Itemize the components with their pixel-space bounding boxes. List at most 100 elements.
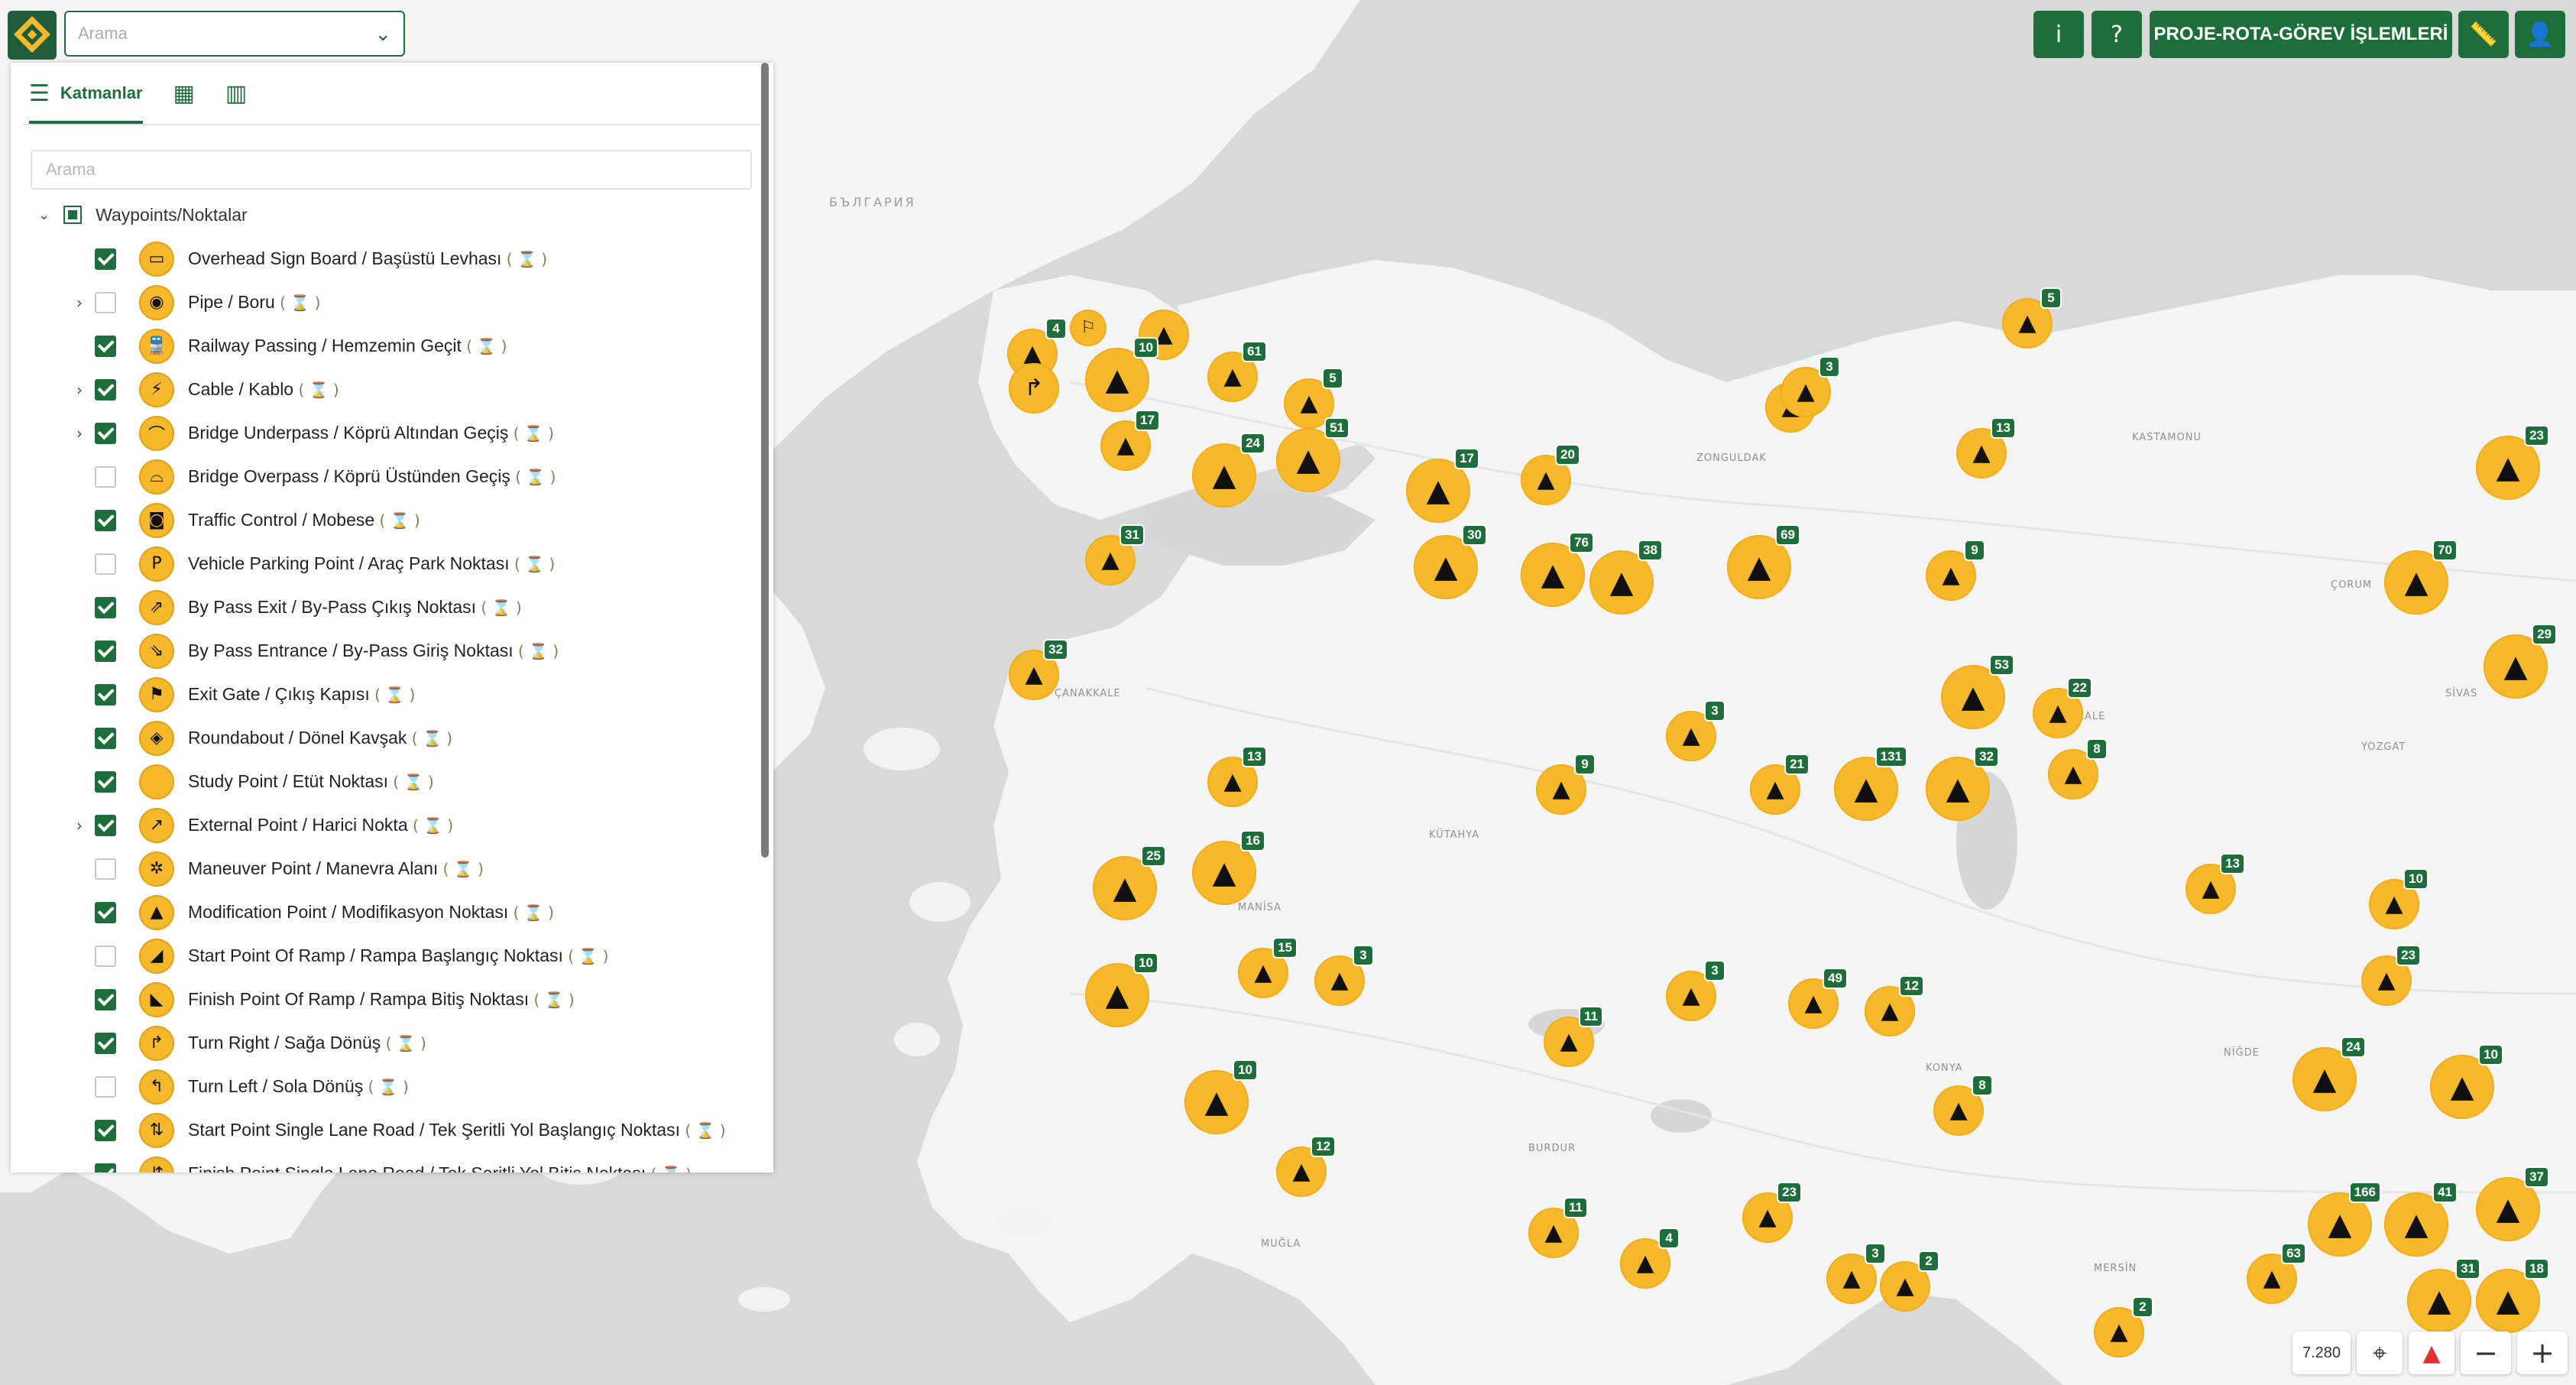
map-marker[interactable]: ▲3 <box>1666 960 1725 1021</box>
chevron-right-icon[interactable]: › <box>64 816 95 835</box>
map-marker[interactable]: ▲ 13 <box>1207 746 1267 807</box>
map-marker[interactable]: ▲ 15 <box>1238 937 1298 998</box>
map-marker[interactable]: ▲ 32 <box>1926 746 1999 821</box>
layer-search-box[interactable] <box>31 150 752 190</box>
layer-item[interactable]: › ◉ Pipe / Boru ( ⌛ ) <box>11 281 760 324</box>
map-marker[interactable]: ▲ 41 <box>2384 1182 2458 1257</box>
layer-item[interactable]: ◙ Traffic Control / Mobese ( ⌛ ) <box>11 498 760 542</box>
layer-checkbox[interactable] <box>95 553 116 575</box>
layer-checkbox[interactable] <box>95 1032 116 1054</box>
layer-item[interactable]: ↰ Turn Left / Sola Dönüş ( ⌛ ) <box>11 1065 760 1108</box>
map-marker[interactable]: ▲ 24 <box>2292 1036 2366 1111</box>
map-marker[interactable]: ▲ 38 <box>1589 540 1663 615</box>
map-marker[interactable]: ▲ 10 <box>2369 868 2429 929</box>
map-marker[interactable]: ▲ 2 <box>2094 1296 2153 1357</box>
map-marker[interactable]: ▲ 53 <box>1941 654 2014 729</box>
map-marker[interactable]: ▲ 30 <box>1414 524 1487 599</box>
map-marker[interactable]: ↱ <box>1009 363 1059 414</box>
map-marker[interactable]: ▲ 9 <box>1926 540 1985 601</box>
layer-item[interactable]: ◢ Start Point Of Ramp / Rampa Başlangıç N… <box>11 934 760 978</box>
layer-item[interactable]: ↱ Turn Right / Sağa Dönüş ( ⌛ ) <box>11 1021 760 1065</box>
map-marker[interactable]: ▲ 76 <box>1521 532 1594 607</box>
layer-item[interactable]: Study Point / Etüt Noktası ( ⌛ ) <box>11 760 760 803</box>
project-route-task-button[interactable]: PROJE-ROTA-GÖREV İŞLEMLERİ <box>2150 11 2452 58</box>
map-marker[interactable]: ▲ 8 <box>2048 738 2108 800</box>
map-marker[interactable]: ▲ 22 <box>2033 677 2092 738</box>
map-marker[interactable]: ▲ 51 <box>1276 417 1350 492</box>
map-marker[interactable]: ▲ 23 <box>1742 1182 1802 1243</box>
user-button[interactable]: 👤 <box>2515 11 2565 58</box>
tab-map[interactable]: ▥ <box>225 63 247 124</box>
map-marker[interactable]: ▲ 16 <box>1192 830 1265 905</box>
map-marker[interactable]: ▲ 61 <box>1207 341 1267 402</box>
layer-item[interactable]: › ↗ External Point / Harici Nokta ( ⌛ ) <box>11 803 760 847</box>
map-marker[interactable]: ▲ 31 <box>2407 1258 2480 1333</box>
map-marker[interactable]: ▲ 20 <box>1521 444 1580 505</box>
layer-checkbox[interactable] <box>95 1163 116 1173</box>
layer-item[interactable]: ✲ Maneuver Point / Manevra Alanı ( ⌛ ) <box>11 847 760 890</box>
map-marker[interactable]: ▲ 9 <box>1536 754 1596 815</box>
map-marker[interactable]: ▲ 18 <box>2476 1258 2549 1333</box>
app-logo[interactable] <box>8 11 57 60</box>
layer-checkbox[interactable] <box>95 727 116 749</box>
map-marker[interactable]: ▲ 12 <box>1865 975 1924 1036</box>
layer-checkbox[interactable] <box>95 683 116 705</box>
map-marker[interactable]: ▲ 37 <box>2476 1166 2549 1241</box>
map-marker[interactable]: ▲ 17 <box>1100 410 1160 471</box>
map-marker[interactable]: ▲ 10 <box>1085 952 1158 1027</box>
help-button[interactable]: ? <box>2092 11 2142 58</box>
scrollbar-thumb[interactable] <box>761 63 769 858</box>
map-marker[interactable]: ▲ 166 <box>2308 1182 2381 1257</box>
layer-item[interactable]: ⚑ Exit Gate / Çıkış Kapısı ( ⌛ ) <box>11 673 760 716</box>
tree-root-checkbox[interactable] <box>63 206 83 224</box>
info-button[interactable]: i <box>2033 11 2084 58</box>
global-search-box[interactable]: ⌄ <box>64 11 405 57</box>
map-marker[interactable]: ▲ 69 <box>1727 524 1800 599</box>
layer-checkbox[interactable] <box>95 335 116 357</box>
map-marker[interactable]: ▲ 5 <box>2002 287 2062 349</box>
map-marker[interactable]: ▲ 29 <box>2484 624 2557 699</box>
layer-checkbox[interactable] <box>95 988 116 1010</box>
map-marker[interactable]: ▲ 13 <box>2186 853 2245 914</box>
map-marker[interactable]: ▲ 23 <box>2476 425 2549 500</box>
map-marker[interactable]: ▲3 <box>1666 700 1725 761</box>
map-marker[interactable]: ▲ 32 <box>1009 639 1068 700</box>
map-marker[interactable]: ▲ 25 <box>1093 845 1166 920</box>
layer-item[interactable]: ⌓ Bridge Overpass / Köprü Üstünden Geçiş … <box>11 455 760 498</box>
layer-checkbox[interactable] <box>95 291 116 313</box>
tab-layers[interactable]: ☰ Katmanlar <box>29 66 143 124</box>
layer-item[interactable]: › ⚡ Cable / Kablo ( ⌛ ) <box>11 368 760 411</box>
map-marker[interactable]: ▲ 49 <box>1788 968 1848 1029</box>
layer-checkbox[interactable] <box>95 945 116 967</box>
layer-checkbox[interactable] <box>95 596 116 618</box>
map-marker[interactable]: ▲ 21 <box>1750 754 1810 815</box>
chevron-down-icon[interactable]: ⌄ <box>374 22 391 46</box>
map-marker[interactable]: ▲ 13 <box>1956 417 2016 478</box>
chevron-right-icon[interactable]: › <box>64 424 95 443</box>
chevron-right-icon[interactable]: › <box>64 381 95 399</box>
map-marker[interactable]: ▲3 <box>1314 945 1374 1006</box>
chevron-down-icon[interactable]: ⌄ <box>38 207 50 223</box>
compass-button[interactable]: ▲ <box>2409 1331 2454 1374</box>
layer-search-input[interactable] <box>46 160 737 180</box>
layer-checkbox[interactable] <box>95 858 116 880</box>
layer-checkbox[interactable] <box>95 814 116 836</box>
panel-scrollbar[interactable] <box>761 63 769 1173</box>
map-marker[interactable]: ▲3 <box>1781 356 1840 417</box>
layer-item[interactable]: ▭ Overhead Sign Board / Başüstü Levhası (… <box>11 237 760 281</box>
locate-button[interactable]: ⌖ <box>2357 1331 2403 1374</box>
map-marker[interactable]: ▲ 8 <box>1933 1075 1993 1136</box>
layer-checkbox[interactable] <box>95 422 116 444</box>
layer-item[interactable]: ◣ Finish Point Of Ramp / Rampa Bitiş Nokt… <box>11 978 760 1021</box>
map-marker[interactable]: ▲ 4 <box>1620 1228 1680 1289</box>
layer-checkbox[interactable] <box>95 465 116 488</box>
ruler-button[interactable]: 📏 <box>2458 11 2509 58</box>
layer-item[interactable]: › ⌒ Bridge Underpass / Köprü Altından Geçi… <box>11 411 760 455</box>
zoom-out-button[interactable]: − <box>2461 1331 2511 1374</box>
map-marker[interactable]: ▲ 17 <box>1406 448 1479 523</box>
layer-checkbox[interactable] <box>95 1119 116 1141</box>
map-marker[interactable]: ▲ 11 <box>1528 1197 1588 1258</box>
map-marker[interactable]: ▲ 131 <box>1834 746 1907 821</box>
map-marker[interactable]: ▲3 <box>1826 1243 1886 1304</box>
map-marker[interactable]: ▲ 10 <box>1184 1059 1258 1134</box>
